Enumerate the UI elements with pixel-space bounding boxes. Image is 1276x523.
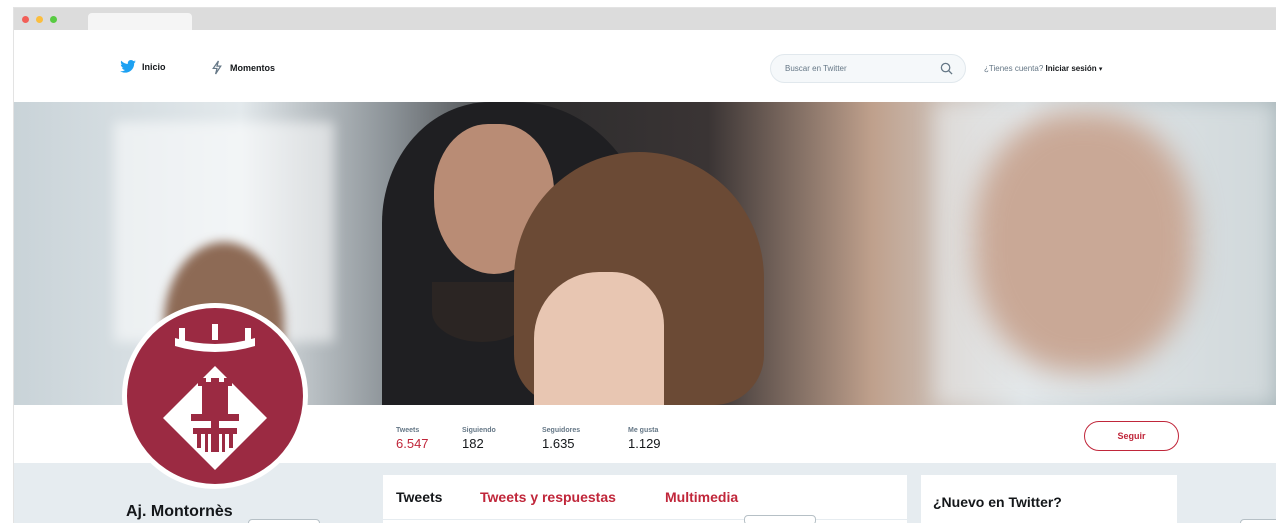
stat-value: 182 — [462, 436, 484, 451]
tab-tweets-replies[interactable]: Tweets y respuestas — [480, 489, 616, 505]
browser-tab[interactable] — [88, 13, 192, 30]
nav-home-label: Inicio — [142, 61, 166, 72]
montornes-coat-of-arms-icon — [163, 324, 267, 470]
stat-tweets[interactable]: Tweets 6.547 — [396, 427, 450, 467]
login-link[interactable]: ¿Tienes cuenta? Iniciar sesión ▾ — [984, 64, 1102, 73]
nav-moments[interactable]: Momentos — [210, 60, 275, 75]
avatar[interactable] — [122, 303, 308, 489]
side-action-button[interactable] — [1240, 519, 1276, 523]
tab-tweets[interactable]: Tweets — [396, 489, 442, 505]
stat-label: Siguiendo — [462, 427, 496, 434]
timeline-action-button[interactable] — [744, 515, 816, 523]
stat-label: Me gusta — [628, 427, 659, 434]
timeline-divider — [383, 519, 907, 520]
search-input[interactable]: Buscar en Twitter — [770, 54, 966, 83]
browser-window: Inicio Momentos Buscar en Twitter ¿Tiene… — [14, 8, 1276, 523]
signup-card-title: ¿Nuevo en Twitter? — [933, 494, 1062, 510]
close-window-button[interactable] — [22, 16, 29, 23]
twitter-bird-icon — [120, 60, 136, 73]
login-prompt: ¿Tienes cuenta? — [984, 64, 1044, 73]
stat-followers[interactable]: Seguidores 1.635 — [542, 427, 580, 451]
stat-value: 1.635 — [542, 436, 575, 451]
stat-label: Seguidores — [542, 427, 581, 434]
minimize-window-button[interactable] — [36, 16, 43, 23]
stat-likes[interactable]: Me gusta 1.129 — [628, 427, 661, 451]
search-placeholder: Buscar en Twitter — [785, 64, 847, 73]
browser-titlebar — [14, 8, 1276, 30]
nav-moments-label: Momentos — [230, 62, 275, 73]
twitter-nav: Inicio Momentos Buscar en Twitter ¿Tiene… — [14, 30, 1276, 102]
timeline-card: Tweets Tweets y respuestas Multimedia — [383, 475, 907, 523]
stat-following[interactable]: Siguiendo 182 — [462, 427, 496, 451]
login-label: Iniciar sesión — [1045, 64, 1097, 73]
stat-value: 1.129 — [628, 436, 661, 451]
caret-down-icon: ▾ — [1098, 66, 1103, 73]
stat-value: 6.547 — [396, 436, 429, 451]
maximize-window-button[interactable] — [50, 16, 57, 23]
signup-card: ¿Nuevo en Twitter? — [921, 475, 1177, 523]
stat-label: Tweets — [396, 427, 420, 434]
tab-media[interactable]: Multimedia — [665, 489, 738, 505]
search-icon[interactable] — [940, 62, 953, 75]
follow-button[interactable]: Seguir — [1084, 421, 1179, 451]
profile-action-button[interactable] — [248, 519, 320, 523]
lightning-icon — [212, 60, 222, 75]
profile-name: Aj. Montornès — [126, 503, 233, 520]
nav-home[interactable]: Inicio — [120, 60, 166, 73]
